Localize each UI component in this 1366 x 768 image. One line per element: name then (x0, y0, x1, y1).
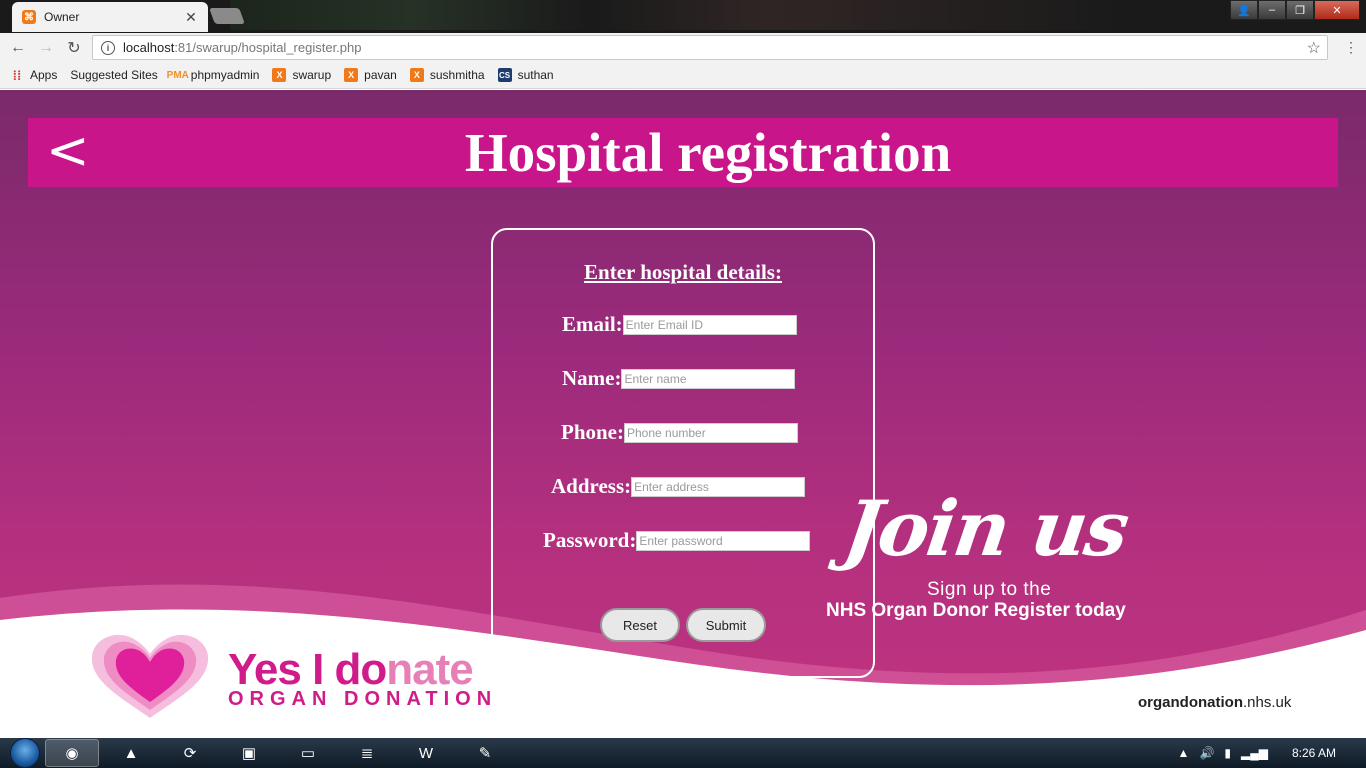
user-profile-button[interactable]: 👤 (1230, 0, 1258, 20)
remote-desktop-icon[interactable]: ▣ (222, 739, 276, 767)
address-label: Address: (551, 474, 632, 498)
page-title: Hospital registration (464, 122, 952, 183)
bookmark-label: suthan (517, 68, 554, 82)
address-row: Address: (551, 474, 806, 499)
name-label: Name: (562, 366, 622, 390)
signal-icon[interactable]: ▂▄▆ (1241, 746, 1268, 760)
bookmark-label: swarup (292, 68, 332, 82)
bookmark-apps[interactable]: ⁞⁞ Apps (10, 67, 58, 83)
paint-icon[interactable]: ✎ (458, 739, 512, 767)
bookmark-suthan[interactable]: CS suthan (497, 68, 554, 82)
chrome-menu-icon[interactable]: ⋮ (1344, 39, 1358, 56)
logo-wordmark-part2: nate (386, 645, 473, 694)
network-icon[interactable]: ▮ (1224, 746, 1231, 760)
bookmark-star-icon[interactable]: ☆ (1307, 38, 1321, 58)
bookmark-swarup[interactable]: X swarup (272, 68, 331, 82)
forward-button[interactable]: → (32, 39, 60, 57)
form-heading: Enter hospital details: (584, 260, 782, 284)
site-info-icon[interactable]: i (101, 40, 115, 55)
start-button[interactable] (10, 738, 40, 768)
vlc-icon[interactable]: ▲ (104, 739, 158, 767)
password-row: Password: (543, 528, 811, 553)
bookmark-label: phpmyadmin (190, 68, 260, 82)
xampp-icon: X (409, 68, 424, 82)
join-us-text: Join us (838, 484, 1133, 573)
browser-toolbar: ← → ↻ i localhost:81/swarup/hospital_reg… (0, 33, 1366, 62)
minimize-button[interactable]: – (1258, 0, 1286, 20)
teamviewer-icon[interactable]: ⟳ (163, 739, 217, 767)
browser-tab[interactable]: ⌘ Owner ✕ (12, 2, 208, 32)
submit-button[interactable]: Submit (686, 608, 766, 642)
browser-title-bar: ⌘ Owner ✕ 👤 – ❐ ✕ (0, 0, 1366, 33)
cs-icon: CS (497, 68, 512, 82)
signup-line-2: NHS Organ Donor Register today (826, 600, 1126, 621)
bookmark-sushmitha[interactable]: X sushmitha (409, 68, 485, 82)
email-row: Email: (562, 312, 797, 337)
bookmark-phpmyadmin[interactable]: PMA phpmyadmin (166, 68, 260, 82)
logo-subtitle: ORGAN DONATION (228, 688, 498, 710)
volume-icon[interactable]: 🔊 (1199, 746, 1214, 760)
bookmark-label: Suggested Sites (70, 68, 158, 82)
show-hidden-icons-arrow-icon[interactable]: ▲ (1178, 746, 1190, 760)
tab-title: Owner (44, 10, 80, 24)
url-path: :81/swarup/hospital_register.php (174, 40, 362, 55)
site-link-rest: .nhs.uk (1243, 694, 1292, 711)
phpmyadmin-icon: PMA (166, 69, 189, 81)
password-label: Password: (543, 528, 637, 552)
bookmark-label: sushmitha (429, 68, 485, 82)
apps-grid-icon: ⁞⁞ (12, 67, 22, 83)
back-button[interactable]: ← (4, 39, 32, 57)
system-tray: ▲ 🔊 ▮ ▂▄▆ 8:26 AM (1168, 738, 1336, 768)
window-controls: 👤 – ❐ ✕ (1230, 0, 1360, 20)
file-explorer-icon[interactable]: ▭ (281, 739, 335, 767)
xampp-icon: X (272, 68, 287, 82)
new-tab-button[interactable] (209, 8, 245, 24)
name-field[interactable] (621, 368, 796, 389)
windows-taskbar: ◉ ▲ ⟳ ▣ ▭ ≣ W ✎ ▲ 🔊 ▮ ▂▄▆ 8:26 AM (0, 738, 1366, 768)
address-bar[interactable]: i localhost:81/swarup/hospital_register.… (92, 35, 1328, 60)
password-field[interactable] (636, 530, 811, 551)
address-field[interactable] (631, 476, 806, 497)
bookmark-suggested-sites[interactable]: Suggested Sites (0, 68, 158, 768)
notepad-icon[interactable]: ≣ (340, 739, 394, 767)
phone-label: Phone: (561, 420, 624, 444)
email-field[interactable] (622, 314, 797, 335)
xampp-icon: X (344, 68, 359, 82)
close-tab-icon[interactable]: ✕ (184, 9, 198, 26)
signup-line-1: Sign up to the (927, 579, 1052, 600)
nhs-site-link[interactable]: organdonation.nhs.uk (1138, 694, 1291, 711)
page-header: < Hospital registration (28, 118, 1338, 187)
phone-row: Phone: (561, 420, 798, 445)
word-icon[interactable]: W (399, 739, 453, 767)
bookmark-label: Apps (30, 68, 58, 82)
desktop-background (230, 0, 1130, 30)
hospital-register-form: Enter hospital details: Email: Name: Pho… (491, 228, 875, 678)
clock[interactable]: 8:26 AM (1292, 746, 1336, 760)
logo-wordmark-part1: Yes I do (228, 645, 387, 694)
close-window-button[interactable]: ✕ (1314, 0, 1360, 20)
name-row: Name: (562, 366, 796, 391)
page-content: < Hospital registration Enter hospital d… (0, 90, 1366, 738)
maximize-button[interactable]: ❐ (1286, 0, 1314, 20)
xampp-favicon-icon: ⌘ (22, 10, 36, 24)
site-link-bold: organdonation (1138, 694, 1243, 711)
bookmark-pavan[interactable]: X pavan (344, 68, 397, 82)
chrome-icon[interactable]: ◉ (45, 739, 99, 767)
url-text: localhost:81/swarup/hospital_register.ph… (123, 40, 362, 55)
bookmark-label: pavan (364, 68, 397, 82)
url-host: localhost (123, 40, 175, 55)
reload-button[interactable]: ↻ (60, 38, 88, 58)
email-label: Email: (562, 312, 623, 336)
reset-button[interactable]: Reset (600, 608, 680, 642)
heart-logo-icon (91, 634, 209, 718)
bookmarks-bar: ⁞⁞ Apps Suggested Sites PMA phpmyadmin X… (0, 62, 1366, 768)
phone-field[interactable] (624, 422, 798, 443)
